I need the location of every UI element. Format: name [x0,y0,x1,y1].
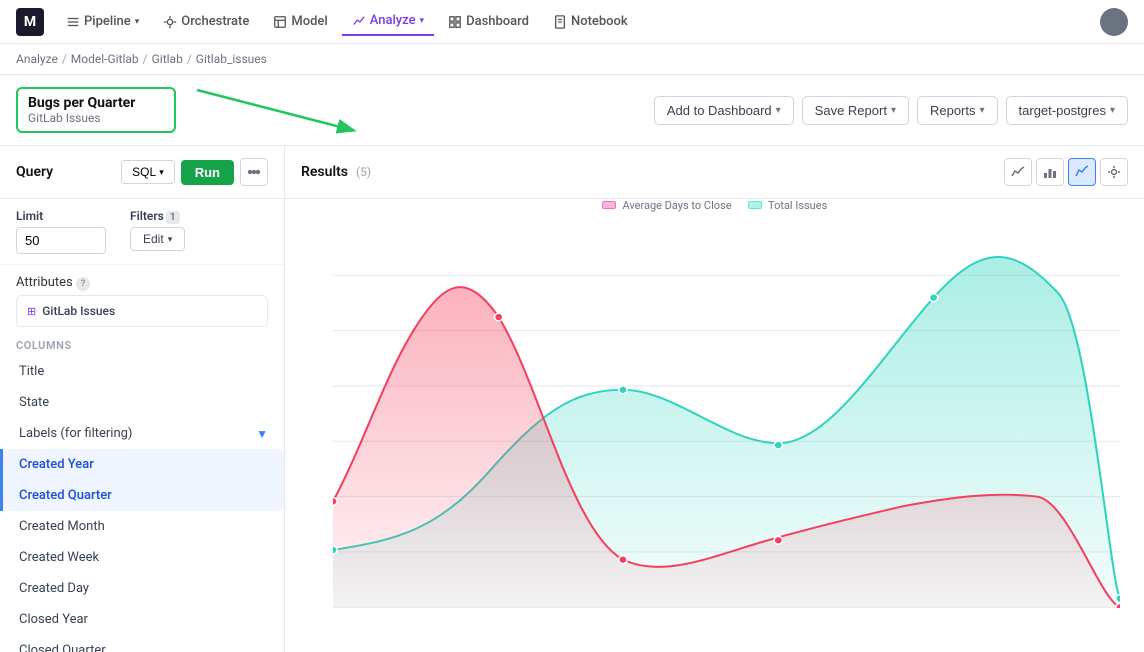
query-panel-header: Query SQL ▾ Run [0,146,284,199]
limit-filters-section: Limit Filters1 Edit ▾ [0,199,284,265]
nav-item-dashboard[interactable]: Dashboard [438,8,539,35]
run-button[interactable]: Run [181,160,234,185]
breadcrumb-analyze[interactable]: Analyze [16,52,58,66]
orchestrate-icon [163,15,177,29]
table-icon: ⊞ [27,305,36,318]
breadcrumb: Analyze / Model-Gitlab / Gitlab / Gitlab… [0,44,1144,75]
attribute-item-state[interactable]: State [0,387,284,418]
chart-legend: Average Days to Close Total Issues [285,199,1144,212]
filters-label: Filters1 [130,209,185,223]
reports-button[interactable]: Reports ▾ [917,96,998,125]
line-chart-icon [1011,165,1025,179]
breadcrumb-gitlab[interactable]: Gitlab [152,52,183,66]
chevron-down-icon-reports: ▾ [980,105,985,116]
notebook-icon [553,15,567,29]
nav-item-model[interactable]: Model [263,8,337,35]
connection-selector[interactable]: target-postgres ▾ [1006,96,1128,125]
attribute-item-created-year[interactable]: Created Year [0,449,284,480]
edit-filters-button[interactable]: Edit ▾ [130,227,185,251]
nav-item-orchestrate[interactable]: Orchestrate [153,8,259,35]
filter-count: 1 [166,211,180,224]
settings-icon [1107,165,1121,179]
query-options-button[interactable] [240,158,268,186]
chevron-down-icon-save: ▾ [891,105,896,116]
nav-item-pipeline[interactable]: Pipeline ▾ [56,8,149,35]
legend-teal-dot [748,201,762,209]
chart-area-button[interactable] [1068,158,1096,186]
area-chart-icon [1075,165,1089,179]
chart-settings-button[interactable] [1100,158,1128,186]
query-controls: SQL ▾ Run [121,158,268,186]
menu-icon [66,15,80,29]
chevron-down-icon-analyze: ▾ [420,16,425,26]
query-panel-title: Query [16,164,53,180]
more-icon [247,165,261,179]
report-subtitle: GitLab Issues [28,111,164,125]
results-header: Results (5) [285,146,1144,199]
filter-row: Edit ▾ [130,227,185,251]
results-count: (5) [356,165,371,179]
nav-item-notebook[interactable]: Notebook [543,8,638,35]
header-actions: Add to Dashboard ▾ Save Report ▾ Reports… [654,96,1128,125]
limit-input[interactable] [16,227,106,254]
chart-container: 70 60 50 40 30 20 10 [285,220,1144,652]
attribute-item-created-month[interactable]: Created Month [0,511,284,542]
results-title: Results [301,164,348,180]
source-label: GitLab Issues [42,304,115,318]
attribute-item-created-week[interactable]: Created Week [0,542,284,573]
attribute-item-closed-quarter[interactable]: Closed Quarter [0,635,284,652]
filters-group: Filters1 Edit ▾ [130,209,185,251]
sql-mode-button[interactable]: SQL ▾ [121,160,175,184]
chevron-down-icon: ▾ [135,17,140,27]
attribute-item-title[interactable]: Title [0,356,284,387]
query-panel: Query SQL ▾ Run Limit Filters1 [0,146,285,652]
nav-item-analyze[interactable]: Analyze ▾ [342,7,434,36]
header-bar: Bugs per Quarter GitLab Issues Add to Da… [0,75,1144,146]
bar-chart-icon [1043,165,1057,179]
attribute-item-closed-year[interactable]: Closed Year [0,604,284,635]
legend-teal: Total Issues [748,199,828,212]
attribute-item-created-day[interactable]: Created Day [0,573,284,604]
chevron-down-icon-sql: ▾ [159,167,164,178]
top-nav: M Pipeline ▾ Orchestrate Model Analyze ▾… [0,0,1144,44]
legend-pink-dot [602,201,616,209]
report-title: Bugs per Quarter [28,95,164,111]
filter-active-icon: ▼ [256,427,268,441]
chevron-down-icon-connection: ▾ [1110,105,1115,116]
limit-group: Limit [16,209,106,254]
legend-pink: Average Days to Close [602,199,732,212]
save-report-button[interactable]: Save Report ▾ [802,96,909,125]
chart-bar-button[interactable] [1036,158,1064,186]
attributes-section-header: Attributes ? [0,265,284,295]
add-to-dashboard-button[interactable]: Add to Dashboard ▾ [654,96,794,125]
chart-controls [1004,158,1128,186]
main-layout: Query SQL ▾ Run Limit Filters1 [0,146,1144,652]
columns-label: Columns [0,335,284,356]
attributes-label: Attributes ? [16,275,90,291]
chevron-down-icon-filter: ▾ [168,234,173,245]
breadcrumb-current: Gitlab_issues [196,52,267,66]
chart-svg: 70 60 50 40 30 20 10 [333,220,1120,608]
attributes-info-icon[interactable]: ? [76,277,90,291]
dashboard-icon [448,15,462,29]
attribute-item-created-quarter[interactable]: Created Quarter [0,480,284,511]
limit-label: Limit [16,209,106,223]
app-logo[interactable]: M [16,8,44,36]
chevron-down-icon-add: ▾ [776,105,781,116]
model-icon [273,15,287,29]
avatar[interactable] [1100,8,1128,36]
chart-line-button[interactable] [1004,158,1032,186]
results-panel: Results (5) Average Days [285,146,1144,652]
breadcrumb-model-gitlab[interactable]: Model-Gitlab [71,52,139,66]
arrow-annotation [192,85,372,135]
attribute-item-labels[interactable]: Labels (for filtering) ▼ [0,418,284,449]
report-title-block: Bugs per Quarter GitLab Issues [16,87,176,133]
analyze-icon [352,14,366,28]
source-block: ⊞ GitLab Issues [16,295,268,327]
